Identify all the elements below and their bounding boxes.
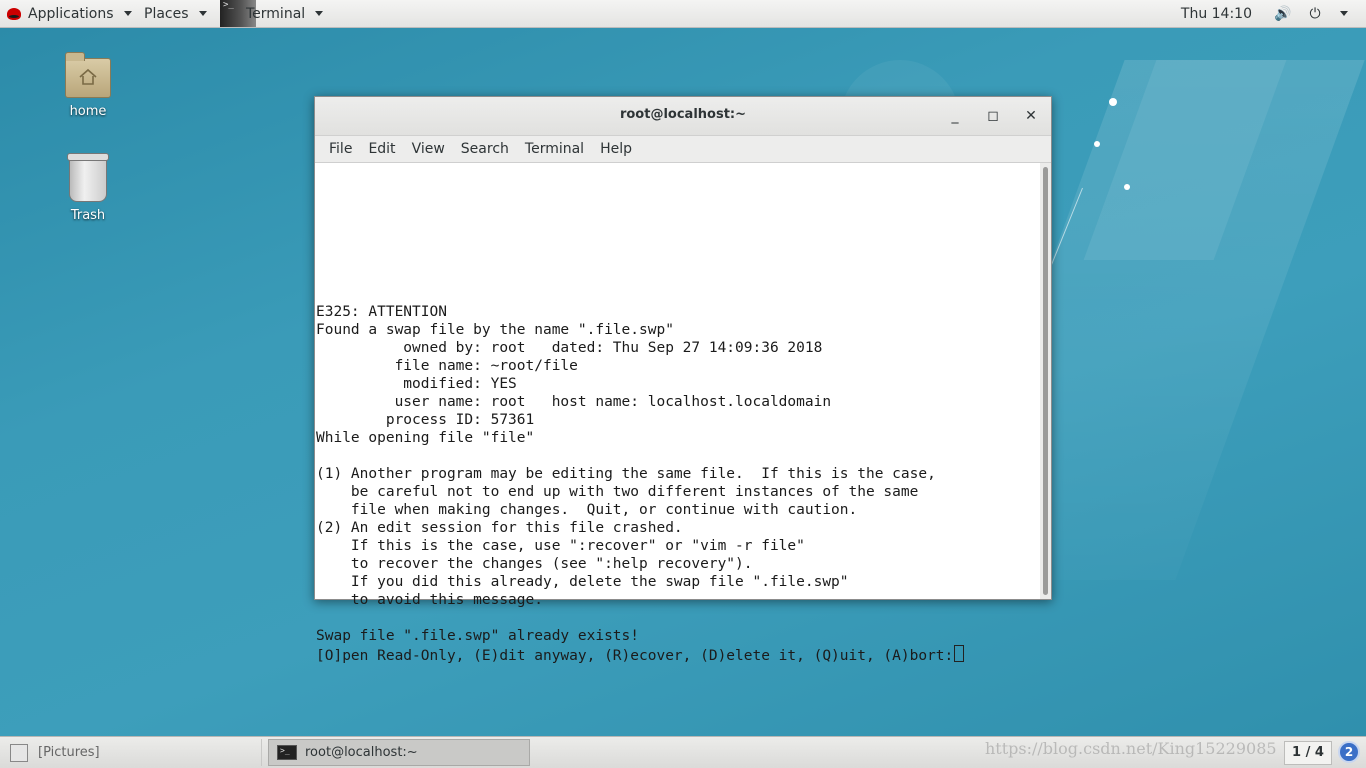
terminal-cursor [954,645,965,662]
maximize-button[interactable]: ◻ [982,105,1004,127]
chevron-down-icon[interactable] [1340,11,1348,16]
desktop-icon-label: home [69,104,107,119]
top-panel: Applications Places >_ Terminal Thu 14:1… [0,0,1366,28]
chevron-down-icon [123,11,132,16]
terminal-app-label: Terminal [246,5,306,22]
places-label: Places [144,5,189,22]
chevron-down-icon [198,11,207,16]
window-titlebar[interactable]: root@localhost:~ _ ◻ ✕ [315,97,1051,136]
menu-terminal[interactable]: Terminal [517,141,592,157]
volume-icon[interactable]: 🔊 [1272,6,1294,22]
watermark: https://blog.csdn.net/King15229085 [985,739,1277,758]
power-icon[interactable]: ⏻ [1304,6,1326,22]
taskbar-item-pictures[interactable]: [Pictures] [2,739,262,766]
chevron-down-icon [315,11,324,16]
applications-label: Applications [28,5,114,22]
wallpaper-dot [1124,184,1130,190]
menu-file[interactable]: File [321,141,360,157]
window-menubar: File Edit View Search Terminal Help [315,136,1051,163]
taskbar-item-label: root@localhost:~ [305,745,418,760]
file-manager-icon [10,743,28,762]
trash-icon [67,153,109,202]
redhat-logo-icon [6,7,22,21]
taskbar-item-label: [Pictures] [38,745,100,760]
desktop-icon-trash[interactable]: Trash [48,153,128,223]
wallpaper-dot [1109,98,1117,106]
scrollbar-thumb[interactable] [1043,167,1048,595]
folder-home-icon [65,52,111,98]
desktop-icon-label: Trash [70,208,106,223]
workspace-indicator[interactable]: 1 / 4 [1284,741,1332,765]
menu-view[interactable]: View [404,141,453,157]
menu-edit[interactable]: Edit [360,141,403,157]
terminal-output[interactable]: E325: ATTENTION Found a swap file by the… [315,163,1040,664]
minimize-button[interactable]: _ [944,105,966,127]
system-tray: Thu 14:10 🔊 ⏻ [1181,0,1366,27]
places-menu[interactable]: Places [144,0,207,27]
terminal-window: root@localhost:~ _ ◻ ✕ File Edit View Se… [314,96,1052,664]
scrollbar[interactable] [1040,163,1051,599]
terminal-text: E325: ATTENTION Found a swap file by the… [316,303,965,665]
applications-menu[interactable]: Applications [6,0,132,27]
close-button[interactable]: ✕ [1020,105,1042,127]
clock[interactable]: Thu 14:10 [1181,6,1252,22]
desktop-icon-home[interactable]: home [48,52,128,119]
terminal-prompt-line: [O]pen Read-Only, (E)dit anyway, (R)ecov… [316,648,954,664]
wallpaper-decoration [1083,60,1287,260]
terminal-app-menu[interactable]: >_ Terminal [220,0,324,27]
notification-badge[interactable]: 2 [1338,741,1360,763]
terminal-icon: >_ [277,745,297,760]
menu-help[interactable]: Help [592,141,640,157]
wallpaper-dot [1094,141,1100,147]
window-title: root@localhost:~ [619,107,747,122]
taskbar-item-terminal[interactable]: >_ root@localhost:~ [268,739,530,766]
menu-search[interactable]: Search [453,141,517,157]
